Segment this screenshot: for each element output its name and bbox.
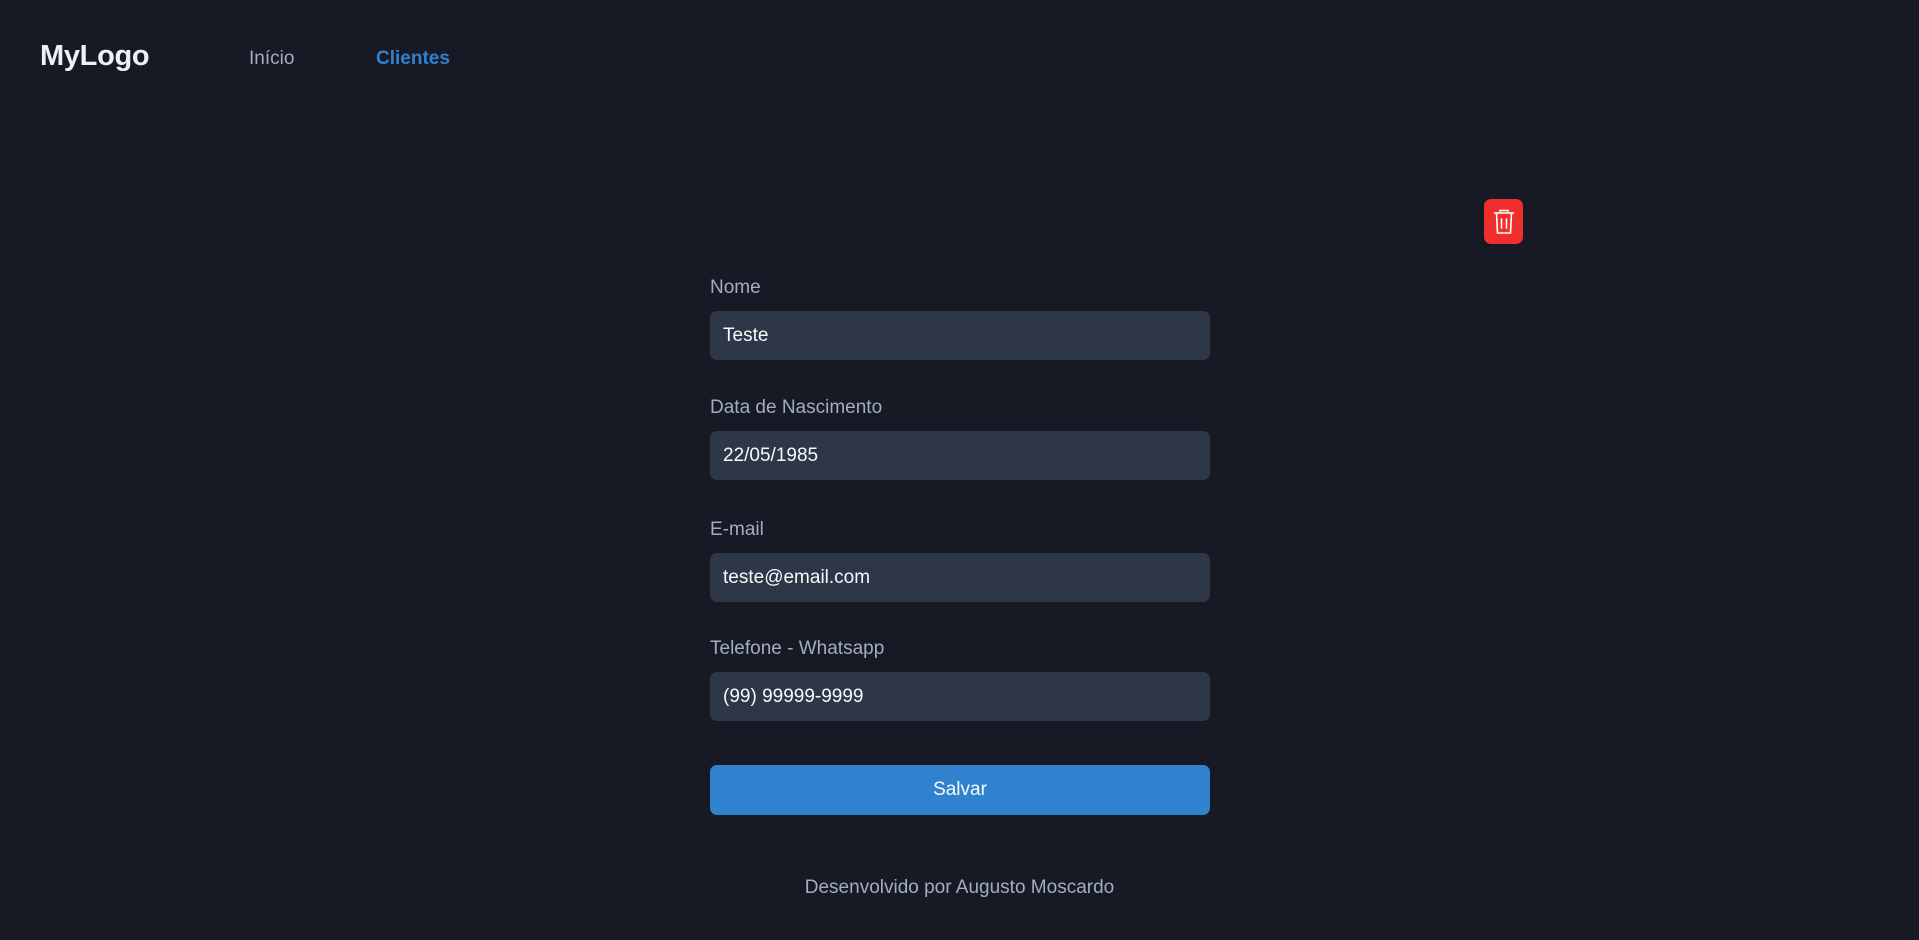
field-telefone: Telefone - Whatsapp	[710, 636, 1210, 721]
field-email: E-mail	[710, 517, 1210, 602]
logo[interactable]: MyLogo	[40, 40, 150, 73]
nome-label: Nome	[710, 277, 761, 298]
delete-button[interactable]	[1484, 199, 1523, 244]
nome-input[interactable]	[710, 311, 1210, 360]
telefone-input[interactable]	[710, 672, 1210, 721]
email-input[interactable]	[710, 553, 1210, 602]
trash-icon	[1493, 209, 1514, 234]
data-nascimento-label: Data de Nascimento	[710, 397, 883, 418]
field-nome: Nome	[710, 275, 1210, 360]
telefone-label: Telefone - Whatsapp	[710, 638, 885, 659]
field-data-nascimento: Data de Nascimento	[710, 395, 1210, 480]
nav-link-clientes[interactable]: Clientes	[376, 48, 450, 70]
save-button[interactable]: Salvar	[710, 765, 1210, 815]
nav-link-inicio[interactable]: Início	[249, 48, 294, 70]
data-nascimento-input[interactable]	[710, 431, 1210, 480]
footer-credit: Desenvolvido por Augusto Moscardo	[804, 877, 1115, 898]
top-navbar: MyLogo Início Clientes	[0, 0, 1919, 116]
email-label: E-mail	[710, 519, 764, 540]
